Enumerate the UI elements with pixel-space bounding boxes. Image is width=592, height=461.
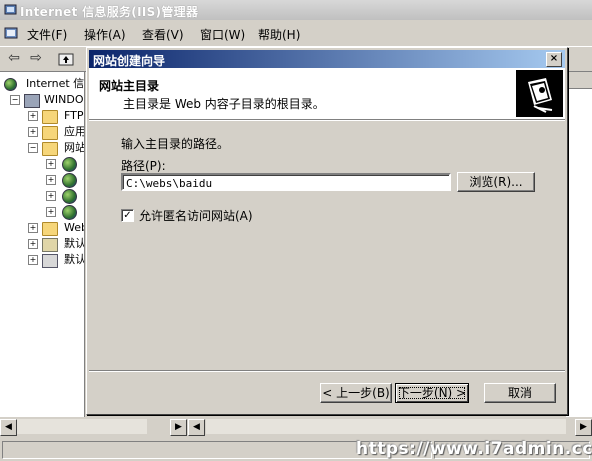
server-icon (24, 94, 40, 108)
dialog-title: 网站创建向导 (93, 54, 166, 68)
menu-file[interactable]: 文件(F) (27, 26, 67, 43)
watermark-text: https://www.i7admin.cc (356, 439, 592, 459)
expand-icon[interactable]: + (28, 255, 38, 265)
details-pane (566, 72, 592, 417)
up-folder-icon[interactable] (58, 51, 74, 67)
expand-icon[interactable]: + (28, 223, 38, 233)
expand-icon[interactable]: + (46, 207, 56, 217)
expand-icon[interactable]: + (28, 239, 38, 249)
details-column-header[interactable] (566, 72, 592, 89)
anonymous-access-checkbox[interactable]: ✓ (121, 209, 134, 222)
expand-icon[interactable]: + (46, 159, 56, 169)
website-creation-wizard-dialog: 网站创建向导 × 网站主目录 主目录是 Web 内容子目录的根目录。 输入主目录… (86, 47, 568, 415)
menu-window[interactable]: 窗口(W) (200, 26, 245, 43)
anonymous-access-label[interactable]: 允许匿名访问网站(A) (139, 207, 253, 224)
header-separator (89, 120, 565, 121)
website-globe-icon (62, 189, 77, 204)
scroll-left-icon[interactable]: ◀ (0, 419, 17, 436)
path-input[interactable]: C:\webs\baidu (121, 173, 451, 191)
menu-action[interactable]: 操作(A) (84, 26, 126, 43)
scroll-track[interactable] (17, 419, 147, 434)
browse-button[interactable]: 浏览(R)... (457, 172, 535, 192)
wizard-step-subtitle: 主目录是 Web 内容子目录的根目录。 (123, 97, 325, 111)
forward-arrow-icon[interactable]: ⇨ (26, 49, 46, 67)
close-icon[interactable]: × (546, 52, 562, 67)
folder-icon (42, 222, 58, 236)
horizontal-scrollbar: ◀ ▶ ◀ ▶ (0, 419, 592, 436)
app-title: Internet 信息服务(IIS)管理器 (20, 5, 199, 19)
menu-help[interactable]: 帮助(H) (258, 26, 300, 43)
folder-icon (42, 110, 58, 124)
path-label: 路径(P): (121, 159, 166, 173)
expand-icon[interactable]: + (46, 191, 56, 201)
iis-app-icon (4, 4, 17, 15)
mail-server-icon (42, 238, 58, 252)
iis-root-icon (4, 78, 17, 91)
scroll-left-icon[interactable]: ◀ (188, 419, 205, 436)
menu-bar: 文件(F) 操作(A) 查看(V) 窗口(W) 帮助(H) (0, 22, 592, 44)
wizard-book-icon (516, 70, 563, 117)
news-server-icon (42, 254, 58, 268)
cancel-button[interactable]: 取消 (484, 383, 556, 403)
app-titlebar: Internet 信息服务(IIS)管理器 (0, 0, 592, 20)
window-icon[interactable] (4, 26, 18, 40)
tree-pane: Internet 信 − WINDOWS + FTP + 应用 − 网站 + +… (0, 72, 85, 417)
wizard-step-title: 网站主目录 (99, 79, 160, 93)
folder-open-icon (42, 142, 58, 156)
website-globe-icon (62, 173, 77, 188)
website-globe-icon (62, 205, 77, 220)
back-arrow-icon[interactable]: ⇦ (4, 49, 24, 67)
scroll-right-icon[interactable]: ▶ (575, 419, 592, 436)
expand-icon[interactable]: + (28, 111, 38, 121)
scroll-track[interactable] (206, 419, 566, 434)
dialog-titlebar[interactable]: 网站创建向导 × (89, 50, 565, 68)
collapse-icon[interactable]: − (10, 95, 20, 105)
next-button[interactable]: 下一步(N) > (395, 383, 469, 403)
wizard-header: 网站主目录 主目录是 Web 内容子目录的根目录。 (89, 68, 565, 120)
back-button[interactable]: < 上一步(B) (320, 383, 392, 403)
website-globe-icon (62, 157, 77, 172)
scroll-right-icon[interactable]: ▶ (170, 419, 187, 436)
folder-icon (42, 126, 58, 140)
menu-view[interactable]: 查看(V) (142, 26, 184, 43)
footer-separator (89, 370, 565, 372)
expand-icon[interactable]: + (28, 127, 38, 137)
path-prompt: 输入主目录的路径。 (121, 137, 230, 151)
focus-rectangle (399, 387, 465, 399)
expand-icon[interactable]: + (46, 175, 56, 185)
collapse-icon[interactable]: − (28, 143, 38, 153)
